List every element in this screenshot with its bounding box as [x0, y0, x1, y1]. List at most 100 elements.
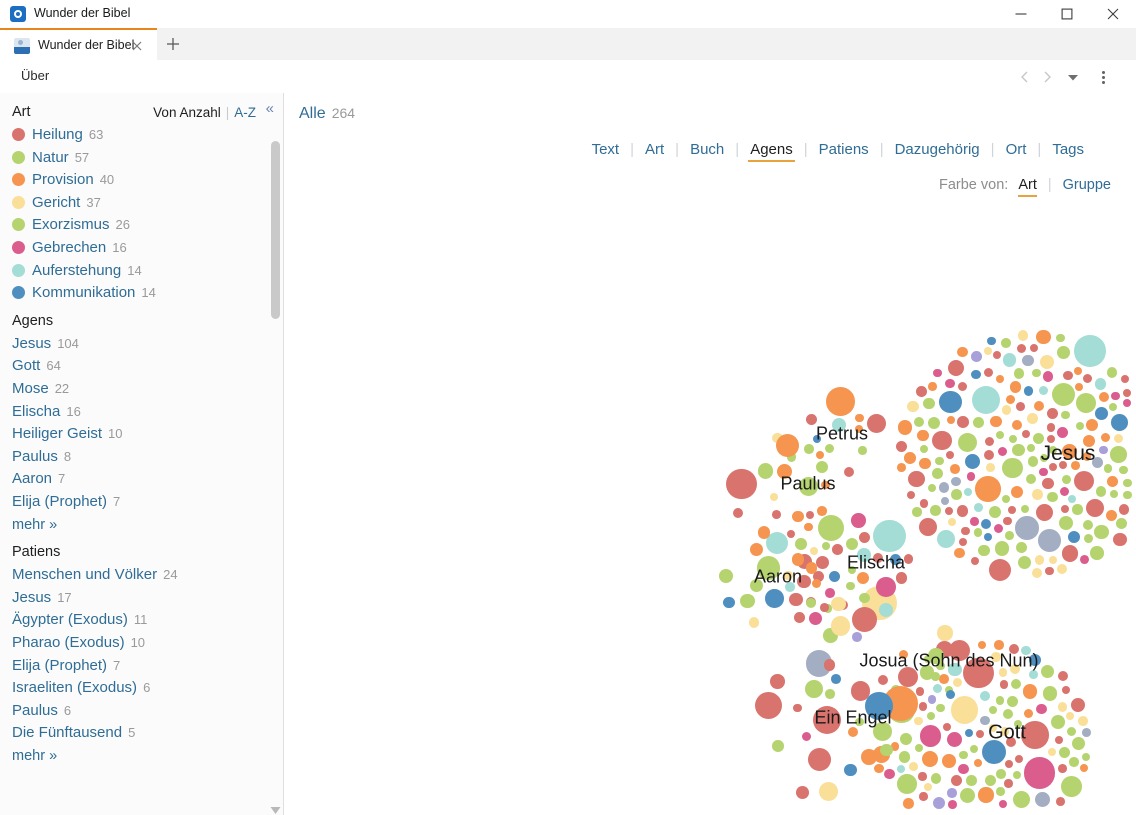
bubble-node[interactable]: [793, 704, 802, 713]
bubble-node[interactable]: [938, 482, 950, 493]
bubble-node[interactable]: [1046, 423, 1056, 433]
bubble-node[interactable]: [1000, 727, 1010, 737]
bubble-node[interactable]: [1032, 368, 1041, 377]
bubble-node[interactable]: [1082, 373, 1092, 384]
bubble-node[interactable]: [848, 566, 857, 575]
bubble-node[interactable]: [1081, 752, 1091, 762]
bubble-node[interactable]: [1046, 435, 1055, 444]
bubble-node[interactable]: [1055, 735, 1064, 744]
bubble-node[interactable]: [852, 607, 878, 633]
bubble-node[interactable]: [1074, 335, 1106, 368]
bubble-node[interactable]: [1032, 489, 1043, 500]
bubble-node[interactable]: [930, 505, 941, 517]
bubble-node[interactable]: [1070, 460, 1080, 470]
bubble-node[interactable]: [898, 750, 911, 763]
bubble-node[interactable]: [1012, 790, 1030, 808]
bubble-node[interactable]: [757, 525, 771, 539]
bubble-node[interactable]: [824, 443, 834, 453]
bubble-node[interactable]: [933, 368, 942, 377]
bubble-node[interactable]: [1056, 797, 1065, 806]
bubble-node[interactable]: [984, 367, 994, 378]
bubble-node[interactable]: [1062, 444, 1078, 459]
bubble-node[interactable]: [947, 415, 956, 425]
bubble-node[interactable]: [771, 509, 781, 519]
bubble-node[interactable]: [1021, 721, 1049, 749]
bubble-node[interactable]: [923, 397, 935, 410]
sort-by-count[interactable]: Von Anzahl: [153, 105, 221, 120]
bubble-node[interactable]: [912, 507, 922, 517]
bubble-node[interactable]: [815, 460, 828, 473]
bubble-node[interactable]: [1009, 663, 1020, 674]
bubble-node[interactable]: [1106, 366, 1118, 378]
bubble-node[interactable]: [904, 451, 917, 464]
facet-item[interactable]: Kommunikation 14: [12, 284, 156, 306]
bubble-node[interactable]: [824, 587, 835, 598]
bubble-node[interactable]: [1034, 401, 1045, 412]
bubble-node[interactable]: [919, 518, 938, 537]
facet-tab-agens[interactable]: Agens: [748, 141, 795, 162]
bubble-node[interactable]: [750, 543, 763, 557]
bubble-node[interactable]: [963, 487, 973, 497]
bubble-node[interactable]: [844, 763, 857, 777]
color-by-art[interactable]: Art: [1018, 177, 1037, 197]
bubble-node[interactable]: [1073, 470, 1095, 492]
bubble-node[interactable]: [1058, 764, 1067, 773]
bubble-node[interactable]: [1063, 370, 1073, 380]
bubble-node[interactable]: [1106, 476, 1118, 487]
bubble-node[interactable]: [1015, 516, 1039, 540]
bubble-node[interactable]: [903, 554, 914, 564]
bubble-node[interactable]: [928, 648, 944, 664]
all-filter[interactable]: Alle 264: [299, 105, 355, 123]
bubble-node[interactable]: [754, 691, 783, 720]
facet-tab-ort[interactable]: Ort: [1004, 141, 1029, 158]
bubble-node[interactable]: [896, 462, 906, 472]
bubble-node[interactable]: [921, 751, 939, 768]
sidebar-scrollbar[interactable]: [271, 101, 280, 801]
bubble-node[interactable]: [874, 763, 884, 774]
bubble-node[interactable]: [1022, 429, 1031, 438]
bubble-node[interactable]: [897, 420, 913, 435]
bubble-node[interactable]: [928, 382, 937, 392]
bubble-node[interactable]: [1119, 465, 1129, 475]
facet-item[interactable]: Natur 57: [12, 149, 89, 171]
bubble-node[interactable]: [945, 450, 955, 460]
bubble-node[interactable]: [1008, 434, 1017, 443]
bubble-node[interactable]: [1003, 517, 1012, 526]
bubble-node[interactable]: [903, 798, 915, 809]
bubble-node[interactable]: [1092, 456, 1104, 468]
bubble-node[interactable]: [878, 675, 889, 686]
menu-button[interactable]: [1094, 68, 1112, 86]
bubble-node[interactable]: [985, 463, 995, 472]
bubble-node[interactable]: [963, 657, 994, 689]
facet-item[interactable]: Jesus 17: [12, 589, 72, 611]
bubble-node[interactable]: [786, 529, 795, 538]
bubble-node[interactable]: [1075, 393, 1096, 414]
menu-item-ueber[interactable]: Über: [21, 68, 49, 83]
bubble-node[interactable]: [1002, 353, 1017, 368]
bubble-node[interactable]: [855, 413, 864, 423]
facet-item[interactable]: Heiliger Geist 10: [12, 425, 123, 447]
bubble-node[interactable]: [831, 597, 846, 612]
bubble-node[interactable]: [804, 522, 813, 532]
bubble-node[interactable]: [989, 724, 998, 733]
bubble-node[interactable]: [950, 464, 960, 475]
bubble-node[interactable]: [999, 799, 1008, 808]
bubble-node[interactable]: [1080, 555, 1089, 565]
bubble-node[interactable]: [1025, 473, 1036, 484]
facet-item[interactable]: Die Fünftausend 5: [12, 724, 135, 746]
bubble-node[interactable]: [723, 596, 735, 608]
bubble-node[interactable]: [974, 503, 983, 513]
bubble-node[interactable]: [995, 541, 1010, 556]
bubble-node[interactable]: [771, 739, 784, 752]
bubble-node[interactable]: [895, 440, 908, 453]
bubble-node[interactable]: [1057, 427, 1069, 439]
bubble-node[interactable]: [969, 744, 979, 754]
bubble-node[interactable]: [810, 546, 819, 555]
bubble-node[interactable]: [959, 787, 975, 804]
bubble-node[interactable]: [1009, 643, 1020, 654]
bubble-node[interactable]: [951, 476, 961, 487]
bubble-node[interactable]: [1006, 695, 1019, 708]
bubble-node[interactable]: [829, 571, 841, 583]
bubble-node[interactable]: [748, 617, 760, 628]
bubble-node[interactable]: [821, 480, 830, 489]
